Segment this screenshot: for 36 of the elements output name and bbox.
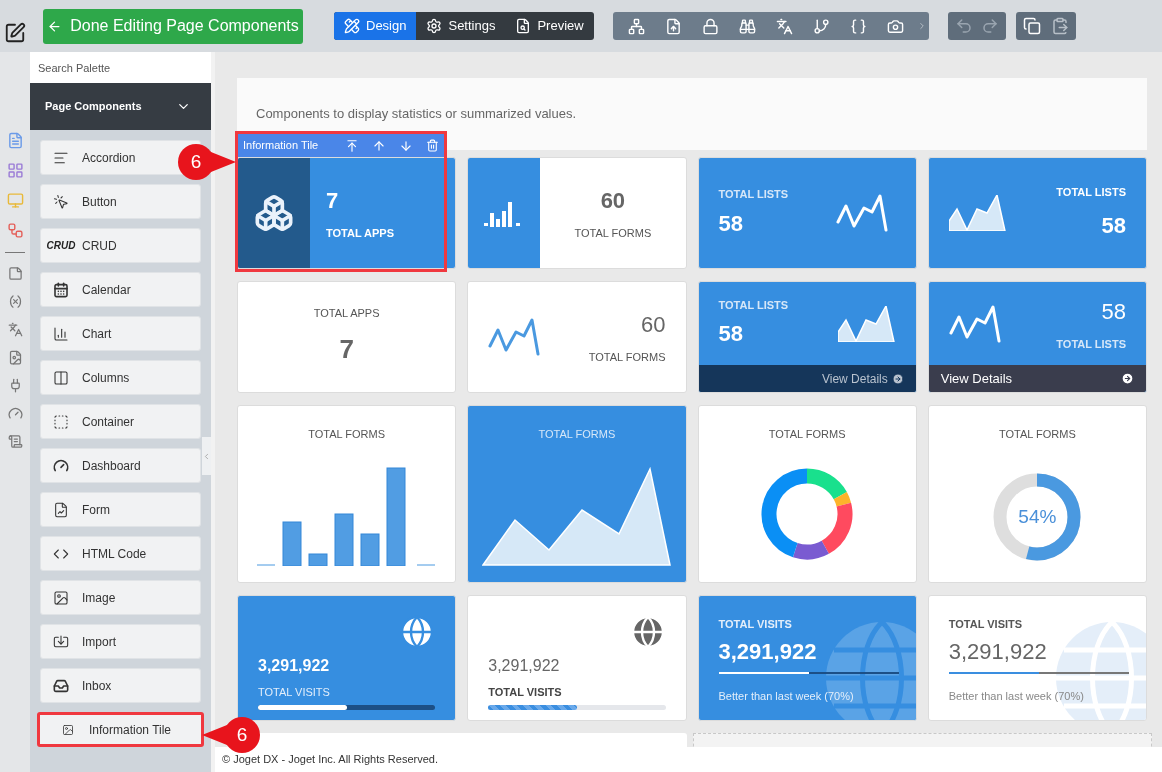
tile-label: TOTAL FORMS xyxy=(308,427,386,442)
tile-value: 7 xyxy=(339,332,354,366)
tile-value: 3,291,922 xyxy=(488,656,561,676)
tile-value: 58 xyxy=(718,320,744,349)
tile-value: 3,291,922 xyxy=(718,637,818,666)
tile-label: TOTAL APPS xyxy=(313,306,380,322)
tile-value: 58 xyxy=(1101,211,1126,240)
tile-label: TOTAL FORMS xyxy=(768,427,846,442)
meter-reading: 54% xyxy=(1017,504,1058,529)
selection-label: Information Tile xyxy=(243,138,319,154)
tile-label: TOTAL VISITS xyxy=(258,685,331,700)
tile-label: TOTAL LISTS xyxy=(718,187,789,203)
tile-label: TOTAL VISITS xyxy=(948,617,1024,632)
tile-label: TOTAL LISTS xyxy=(1056,185,1126,201)
section-description: Components to display statistics or summarized values. xyxy=(256,105,577,124)
comparison-note: Better than last week (70%) xyxy=(718,688,855,704)
footer-copyright: © Joget DX - Joget Inc. All Rights Reserved. xyxy=(222,752,438,768)
tile-label: TOTAL FORMS xyxy=(588,350,666,366)
step-number-tooltip: 6 xyxy=(176,144,236,180)
tile-value: 60 xyxy=(600,187,626,216)
tile-label: TOTAL VISITS xyxy=(488,685,563,700)
tile-label: TOTAL FORMS xyxy=(998,427,1076,442)
tile-label: TOTAL FORMS xyxy=(574,226,652,242)
tile-label: TOTAL APPS xyxy=(326,226,395,242)
tile-value: 3,291,922 xyxy=(258,656,331,676)
tile-label: TOTAL VISITS xyxy=(718,617,793,632)
tile-value: 58 xyxy=(1101,297,1126,326)
comparison-note: Better than last week (70%) xyxy=(948,688,1085,704)
tile-value: 7 xyxy=(326,187,339,216)
tile-label: TOTAL LISTS xyxy=(718,297,789,313)
tile-label: TOTAL FORMS xyxy=(538,427,616,442)
tile-value: 3,291,922 xyxy=(948,637,1048,666)
tile-label: TOTAL LISTS xyxy=(1056,336,1126,352)
tile-value: 60 xyxy=(641,311,666,340)
tile-value: 58 xyxy=(718,209,744,238)
step-number-tooltip: 6 xyxy=(202,717,262,753)
